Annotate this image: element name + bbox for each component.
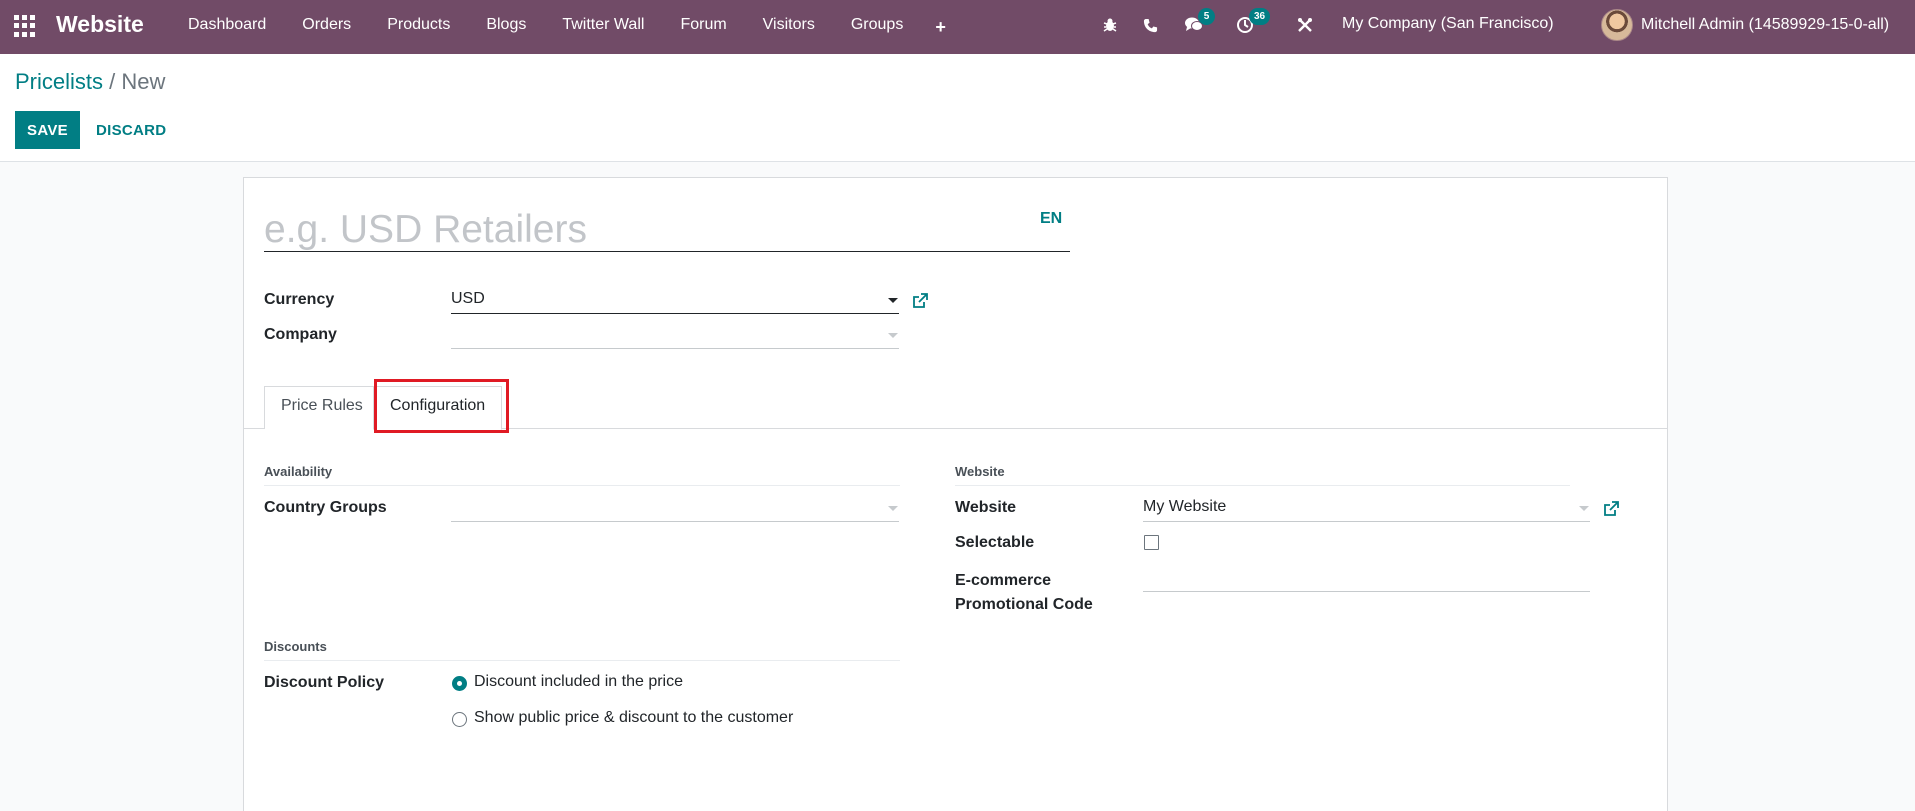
chevron-down-icon — [888, 298, 898, 303]
section-divider — [264, 485, 900, 486]
menu-item-visitors[interactable]: Visitors — [745, 0, 833, 54]
availability-section-title: Availability — [264, 464, 333, 479]
menu-item-products[interactable]: Products — [369, 0, 468, 54]
save-button[interactable]: SAVE — [15, 111, 80, 149]
debug-bug-icon[interactable] — [1099, 14, 1121, 36]
section-divider — [264, 660, 900, 661]
user-name: Mitchell Admin (14589929-15-0-all) — [1641, 16, 1890, 33]
currency-value: USD — [451, 290, 485, 307]
menu-item-groups[interactable]: Groups — [833, 0, 921, 54]
chevron-down-icon — [888, 333, 898, 338]
promo-code-label-line2: Promotional Code — [955, 596, 1093, 613]
tools-icon[interactable] — [1294, 14, 1316, 36]
website-select[interactable]: My Website — [1143, 494, 1590, 522]
promo-code-label: E-commerce Promotional Code — [955, 569, 1093, 617]
breadcrumb-separator: / — [109, 69, 116, 94]
menu-item-blogs[interactable]: Blogs — [468, 0, 544, 54]
company-switcher[interactable]: My Company (San Francisco) — [1342, 15, 1554, 33]
country-groups-select[interactable] — [451, 494, 899, 522]
chevron-down-icon — [1579, 506, 1589, 511]
breadcrumb-current: New — [121, 69, 166, 94]
add-menu-icon[interactable]: + — [921, 3, 960, 52]
avatar — [1601, 9, 1633, 41]
discounts-section-title: Discounts — [264, 639, 327, 654]
section-divider — [955, 485, 1570, 486]
apps-menu-icon[interactable] — [14, 15, 36, 37]
country-groups-label: Country Groups — [264, 499, 387, 516]
breadcrumb-pricelists[interactable]: Pricelists — [15, 69, 103, 94]
currency-select[interactable]: USD — [451, 286, 899, 314]
form-sheet: EN Currency USD Company Price Rules Conf… — [243, 177, 1668, 811]
website-section-title: Website — [955, 464, 1005, 479]
company-label: Company — [264, 326, 337, 343]
user-menu[interactable]: Mitchell Admin (14589929-15-0-all) — [1601, 9, 1889, 41]
menu-item-dashboard[interactable]: Dashboard — [170, 0, 284, 54]
chevron-down-icon — [888, 506, 898, 511]
tab-configuration[interactable]: Configuration — [373, 386, 503, 430]
company-select[interactable] — [451, 321, 899, 349]
tab-price-rules[interactable]: Price Rules — [264, 386, 380, 429]
messages-badge: 5 — [1198, 8, 1215, 25]
website-value: My Website — [1143, 498, 1227, 515]
pricelist-name-input[interactable] — [264, 209, 1070, 252]
external-link-icon[interactable] — [912, 293, 928, 309]
app-name[interactable]: Website — [56, 11, 144, 38]
main-menu: Dashboard Orders Products Blogs Twitter … — [170, 0, 960, 54]
selectable-label: Selectable — [955, 534, 1035, 551]
activities-badge: 36 — [1249, 8, 1271, 25]
discount-included-radio[interactable] — [452, 676, 467, 691]
website-label: Website — [955, 499, 1017, 516]
currency-label: Currency — [264, 291, 335, 308]
show-public-price-radio[interactable] — [452, 712, 467, 727]
promo-code-label-line1: E-commerce — [955, 572, 1052, 589]
discard-button[interactable]: DISCARD — [84, 111, 178, 149]
show-public-price-label[interactable]: Show public price & discount to the cust… — [474, 709, 793, 727]
top-navbar: Website Dashboard Orders Products Blogs … — [0, 0, 1915, 54]
breadcrumb: Pricelists / New — [15, 69, 165, 95]
phone-icon[interactable] — [1139, 14, 1161, 36]
selectable-checkbox[interactable] — [1144, 535, 1159, 550]
notebook-tabs: Price Rules Configuration — [244, 379, 1667, 430]
menu-item-orders[interactable]: Orders — [284, 0, 369, 54]
discount-included-label[interactable]: Discount included in the price — [474, 673, 683, 691]
language-button[interactable]: EN — [1040, 210, 1062, 228]
discount-policy-label: Discount Policy — [264, 674, 385, 691]
menu-item-twitter-wall[interactable]: Twitter Wall — [544, 0, 662, 54]
external-link-icon[interactable] — [1603, 501, 1619, 517]
promo-code-input[interactable] — [1143, 564, 1590, 592]
control-panel: Pricelists / New SAVE DISCARD — [0, 54, 1915, 162]
menu-item-forum[interactable]: Forum — [662, 0, 744, 54]
